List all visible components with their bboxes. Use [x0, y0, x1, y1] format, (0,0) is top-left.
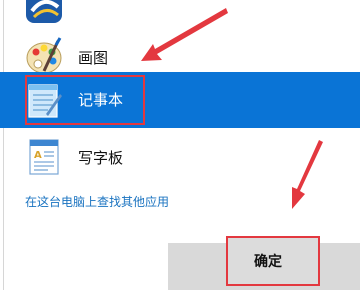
annotation-arrow-ok [292, 140, 323, 209]
annotation-arrow-notepad [141, 8, 228, 61]
annotation-arrows [141, 8, 323, 209]
